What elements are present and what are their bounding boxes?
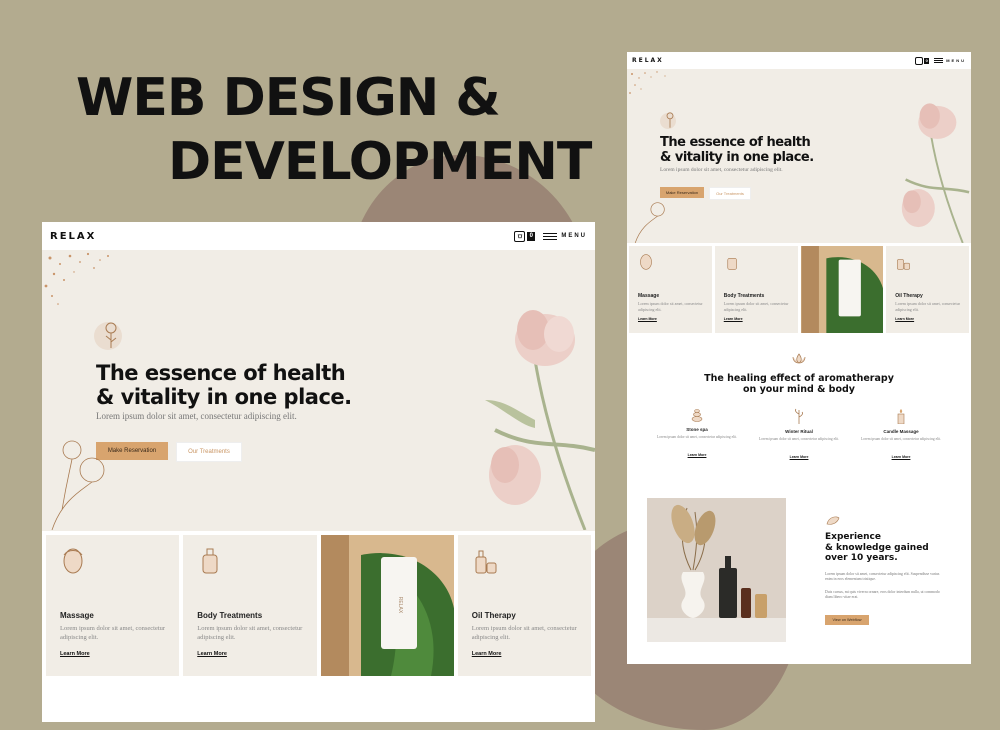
feature-stone-spa: Stone spa Lorem ipsum dolor sit amet, co… <box>651 408 743 461</box>
vase-products-image <box>647 498 786 642</box>
card-text: Lorem ipsum dolor sit amet, consectetur … <box>638 301 703 312</box>
flower-icon <box>105 322 117 348</box>
site-logo[interactable]: RELAX <box>50 231 96 242</box>
services-cards: Massage Lorem ipsum dolor sit amet, cons… <box>627 246 971 333</box>
card-text: Lorem ipsum dolor sit amet, consectetur … <box>60 625 166 641</box>
service-card-oil-therapy[interactable]: Oil Therapy Lorem ipsum dolor sit amet, … <box>457 535 591 676</box>
learn-more-link[interactable]: Learn More <box>638 317 657 321</box>
service-card-massage[interactable]: Massage Lorem ipsum dolor sit amet, cons… <box>46 535 180 676</box>
feature-text: Lorem ipsum dolor sit amet, consectetur … <box>758 437 840 441</box>
feature-text: Lorem ipsum dolor sit amet, consectetur … <box>860 437 942 441</box>
cart-icon[interactable] <box>915 56 924 65</box>
navbar: RELAX 0 MENU <box>627 52 971 69</box>
service-card-oil-therapy[interactable]: Oil Therapy Lorem ipsum dolor sit amet, … <box>886 246 969 333</box>
poster-headline: WEB DESIGN & <box>76 68 501 128</box>
product-photo: RELAX <box>320 535 454 676</box>
line-art-flower-illustration <box>634 202 665 243</box>
navbar: RELAX 0 MENU <box>42 222 595 250</box>
learn-more-link[interactable]: Learn More <box>895 317 914 321</box>
card-title: Body Treatments <box>723 293 765 299</box>
website-mockup-full-page: RELAX 0 MENU The essence of health & vita… <box>627 52 971 664</box>
tulip-flowers-illustration <box>485 310 595 530</box>
card-title: Body Treatments <box>197 611 263 620</box>
learn-more-link[interactable]: Learn More <box>724 317 743 321</box>
hero-subtitle: Lorem ipsum dolor sit amet, consectetur … <box>96 411 297 421</box>
feature-title: Stone spa <box>686 427 708 432</box>
card-text: Lorem ipsum dolor sit amet, consectetur … <box>471 625 577 641</box>
candle-icon <box>897 409 905 425</box>
card-title: Oil Therapy <box>895 293 923 299</box>
menu-button[interactable]: MENU <box>946 58 966 63</box>
feature-title: Candle Massage <box>883 429 919 434</box>
leaf-icon <box>826 516 840 525</box>
card-text: Lorem ipsum dolor sit amet, consectetur … <box>197 625 303 641</box>
line-art-flower-illustration <box>51 440 105 530</box>
product-photo-image <box>801 246 884 333</box>
menu-button[interactable]: MENU <box>561 233 587 239</box>
cart-icon[interactable] <box>514 230 526 242</box>
learn-more-link[interactable]: Learn More <box>472 651 502 657</box>
services-cards: Massage Lorem ipsum dolor sit amet, cons… <box>42 535 595 676</box>
learn-more-link[interactable]: Learn More <box>892 455 911 459</box>
tulip-flowers-illustration <box>901 103 970 243</box>
learn-more-link[interactable]: Learn More <box>197 651 227 657</box>
gold-dots-decoration <box>44 252 109 305</box>
learn-more-link[interactable]: Learn More <box>688 453 707 457</box>
bottle-icon <box>727 257 737 270</box>
poster-headline: DEVELOPMENT <box>168 132 592 192</box>
herb-icon <box>795 408 803 424</box>
cart-count[interactable]: 0 <box>527 231 536 241</box>
bottle-icon <box>202 548 218 574</box>
hero-subtitle: Lorem ipsum dolor sit amet, consectetur … <box>660 167 783 173</box>
oil-bottles-icon <box>475 550 497 574</box>
feature-candle-massage: Candle Massage Lorem ipsum dolor sit ame… <box>855 408 947 463</box>
service-card-massage[interactable]: Massage Lorem ipsum dolor sit amet, cons… <box>629 246 712 333</box>
feature-title: Winter Ritual <box>785 429 813 434</box>
hero-section: The essence of health & vitality in one p… <box>627 69 971 243</box>
learn-more-link[interactable]: Learn More <box>60 651 90 657</box>
feature-text: Lorem ipsum dolor sit amet, consectetur … <box>656 435 738 439</box>
card-title: Massage <box>638 293 660 299</box>
hamburger-icon[interactable] <box>543 232 558 240</box>
oil-bottles-icon <box>897 259 911 270</box>
our-treatments-button[interactable]: Our Treatments <box>176 442 242 462</box>
service-card-body-treatments[interactable]: Body Treatments Lorem ipsum dolor sit am… <box>714 246 798 333</box>
face-mask-icon <box>640 254 652 270</box>
lotus-icon <box>792 353 806 364</box>
site-logo[interactable]: RELAX <box>632 57 664 64</box>
card-title: Oil Therapy <box>471 611 516 620</box>
card-title: Massage <box>60 611 94 620</box>
stones-icon <box>691 409 703 422</box>
product-photo <box>800 246 884 333</box>
card-text: Lorem ipsum dolor sit amet, consectetur … <box>895 301 960 312</box>
card-text: Lorem ipsum dolor sit amet, consectetur … <box>723 301 789 312</box>
service-card-body-treatments[interactable]: Body Treatments Lorem ipsum dolor sit am… <box>183 535 317 676</box>
aromatherapy-section-title: The healing effect of aromatherapy on you… <box>704 373 894 395</box>
product-label: RELAX <box>397 597 403 614</box>
product-photo-image: RELAX <box>320 535 454 676</box>
gold-dots-decoration <box>629 71 666 94</box>
feature-winter-ritual: Winter Ritual Lorem ipsum dolor sit amet… <box>753 408 845 463</box>
hero-section: The essence of health & vitality in one p… <box>42 250 595 531</box>
website-mockup-desktop: RELAX 0 MENU The essence of health & vita… <box>42 222 595 722</box>
hero-title: The essence of health & vitality in one p… <box>660 135 814 165</box>
our-treatments-button[interactable]: Our Treatments <box>709 187 751 200</box>
hamburger-icon[interactable] <box>934 58 944 63</box>
experience-text: Lorem ipsum dolor sit amet, consectetur … <box>825 572 940 581</box>
hero-title: The essence of health & vitality in one p… <box>96 361 352 409</box>
cart-count[interactable]: 0 <box>924 57 930 64</box>
flower-icon <box>666 112 674 128</box>
learn-more-link[interactable]: Learn More <box>790 455 809 459</box>
view-on-webflow-button[interactable]: View on Webflow <box>825 615 869 625</box>
vase-products-photo <box>647 498 786 642</box>
face-mask-icon <box>63 548 83 574</box>
experience-text: Duis cursus, mi quis viverra ornare, ero… <box>825 590 940 599</box>
experience-title: Experience & knowledge gained over 10 ye… <box>825 532 929 563</box>
